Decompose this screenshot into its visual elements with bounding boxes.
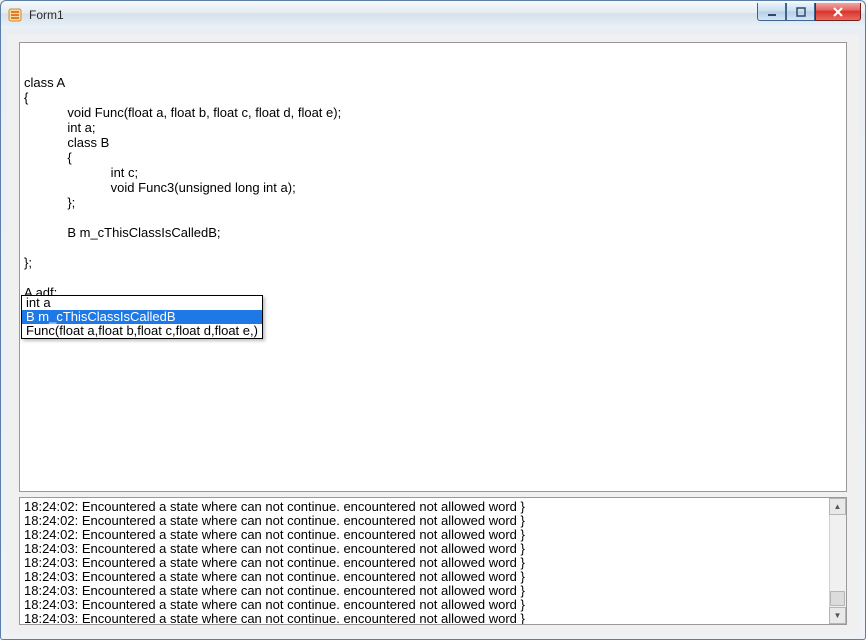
scroll-down-button[interactable]: ▼ bbox=[829, 607, 846, 624]
log-line: 18:24:03: Encountered a state where can … bbox=[24, 542, 842, 556]
autocomplete-item[interactable]: Func(float a,float b,float c,float d,flo… bbox=[22, 324, 262, 338]
minimize-button[interactable] bbox=[757, 3, 786, 21]
window-control-buttons bbox=[757, 3, 861, 21]
window-title: Form1 bbox=[29, 8, 64, 22]
client-area: class A { void Func(float a, float b, fl… bbox=[7, 34, 859, 633]
maximize-button[interactable] bbox=[786, 3, 815, 21]
log-content: 18:24:02: Encountered a state where can … bbox=[24, 500, 842, 625]
app-icon bbox=[7, 7, 23, 23]
log-line: 18:24:02: Encountered a state where can … bbox=[24, 528, 842, 542]
autocomplete-popup[interactable]: int aB m_cThisClassIsCalledBFunc(float a… bbox=[21, 295, 263, 339]
log-panel[interactable]: 18:24:02: Encountered a state where can … bbox=[19, 497, 847, 625]
log-line: 18:24:02: Encountered a state where can … bbox=[24, 500, 842, 514]
log-line: 18:24:03: Encountered a state where can … bbox=[24, 570, 842, 584]
log-line: 18:24:02: Encountered a state where can … bbox=[24, 514, 842, 528]
scroll-thumb[interactable] bbox=[830, 591, 845, 606]
window-body: class A { void Func(float a, float b, fl… bbox=[0, 28, 866, 640]
log-line: 18:24:03: Encountered a state where can … bbox=[24, 556, 842, 570]
close-button[interactable] bbox=[815, 3, 861, 21]
log-line: 18:24:03: Encountered a state where can … bbox=[24, 612, 842, 625]
autocomplete-item[interactable]: B m_cThisClassIsCalledB bbox=[22, 310, 262, 324]
code-content: class A { void Func(float a, float b, fl… bbox=[24, 75, 842, 315]
log-line: 18:24:03: Encountered a state where can … bbox=[24, 598, 842, 612]
scrollbar-track[interactable]: ▲ ▼ bbox=[829, 498, 846, 624]
autocomplete-item[interactable]: int a bbox=[22, 296, 262, 310]
code-editor[interactable]: class A { void Func(float a, float b, fl… bbox=[19, 42, 847, 492]
log-line: 18:24:03: Encountered a state where can … bbox=[24, 584, 842, 598]
window-titlebar[interactable]: Form1 bbox=[0, 0, 866, 28]
scroll-up-button[interactable]: ▲ bbox=[829, 498, 846, 515]
